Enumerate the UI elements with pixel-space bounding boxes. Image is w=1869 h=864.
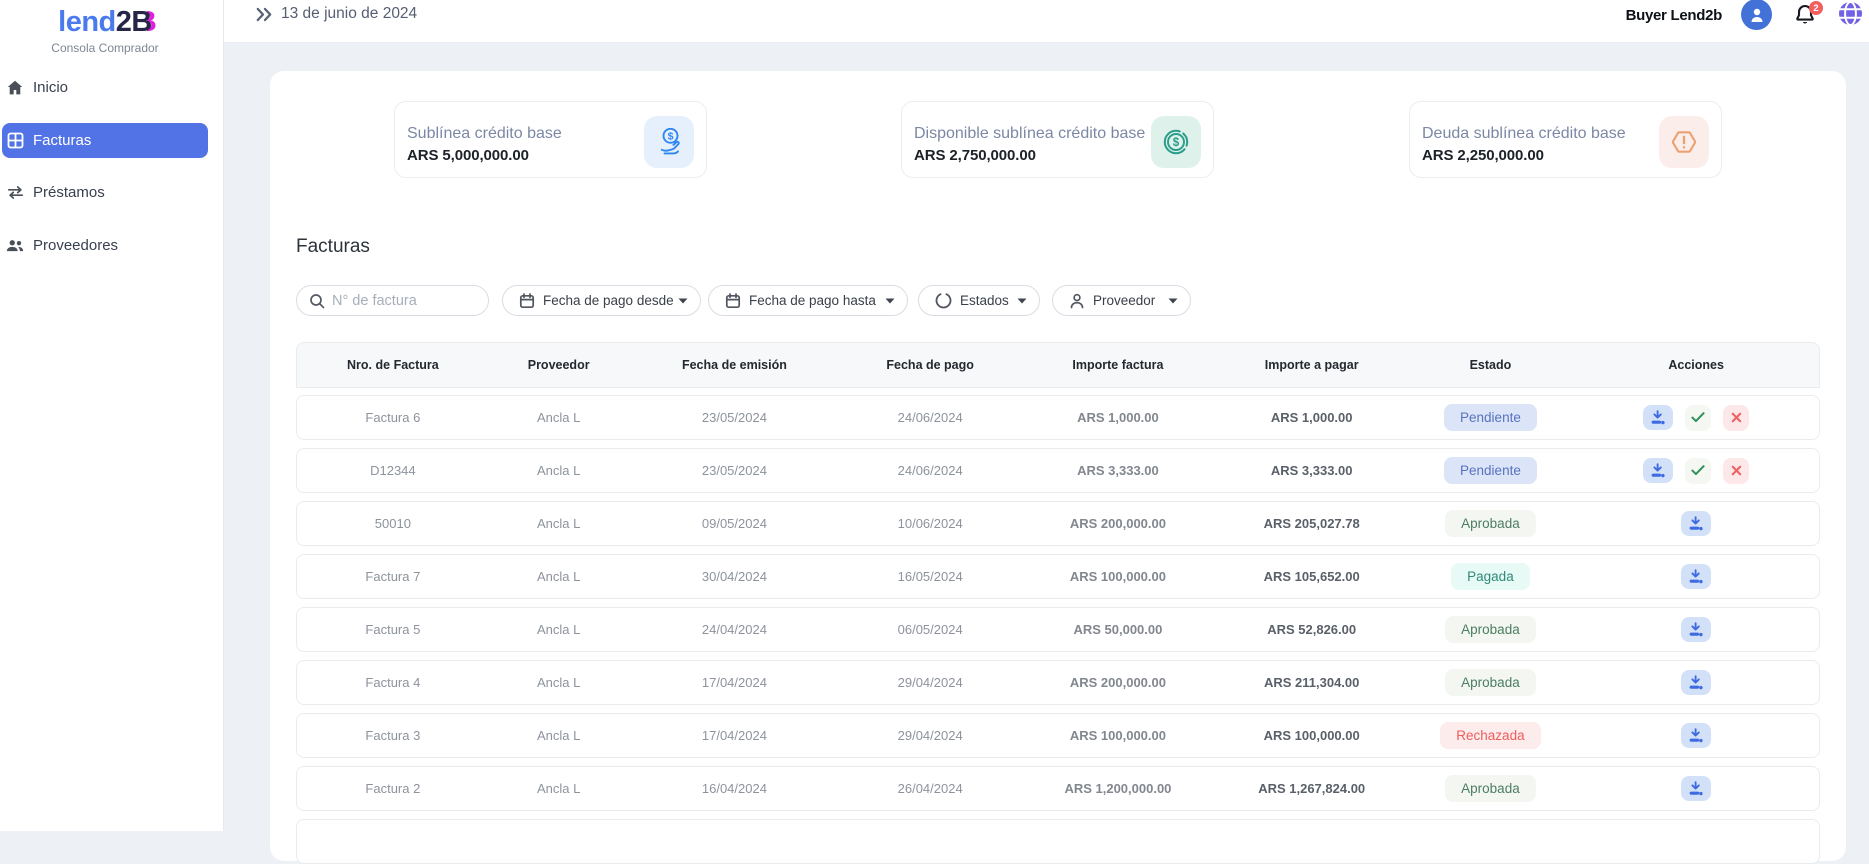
svg-text:$: $ (667, 130, 673, 142)
svg-text:$: $ (1173, 137, 1180, 149)
